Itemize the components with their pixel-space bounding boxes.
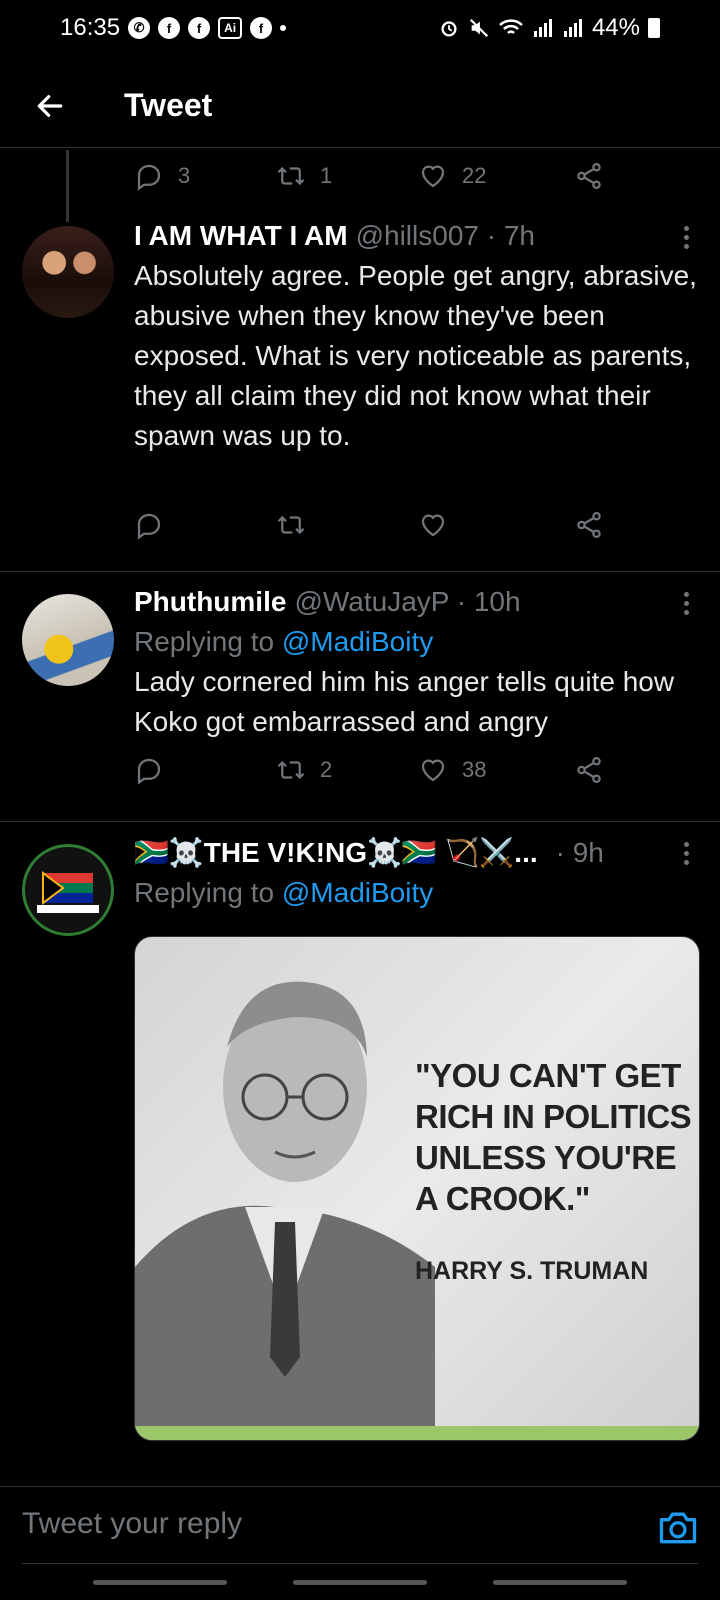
- tweet-header: Phuthumile @WatuJayP · 10h: [134, 586, 698, 618]
- share-button[interactable]: [574, 161, 604, 191]
- status-right: 44%: [438, 14, 660, 42]
- reply-button[interactable]: [134, 510, 178, 540]
- like-icon: [421, 514, 445, 537]
- author-handle: · 9h: [555, 836, 604, 868]
- nav-home[interactable]: [293, 1580, 427, 1585]
- retweet-count: 1: [320, 163, 333, 188]
- reply-input-underline: [22, 1563, 698, 1564]
- avatar[interactable]: [22, 226, 114, 318]
- like-button[interactable]: 22: [418, 161, 486, 191]
- battery-icon: [648, 18, 660, 38]
- retweet-count: 2: [320, 757, 333, 782]
- alarm-icon: [441, 21, 457, 37]
- retweet-icon: [277, 166, 305, 186]
- tweet-header: 🇿🇦☠️THE V!K!NG☠️🇿🇦 🏹⚔️... · 9h: [134, 836, 698, 869]
- reply-button[interactable]: 3: [134, 161, 190, 191]
- flag-badge-icon: [37, 871, 99, 913]
- tweet-body: Phuthumile @WatuJayP · 10h Replying to @…: [134, 586, 698, 742]
- retweet-button[interactable]: [276, 510, 320, 540]
- author-handle: @WatuJayP · 10h: [294, 586, 521, 617]
- ai-icon: Ai: [218, 17, 243, 39]
- share-icon: [577, 163, 601, 189]
- retweet-button[interactable]: 1: [276, 161, 332, 191]
- tweet-actions: 2 38: [134, 750, 604, 790]
- image-quote-author: HARRY S. TRUMAN: [415, 1257, 649, 1285]
- mention-link[interactable]: @MadiBoity: [282, 877, 433, 908]
- image-quote-text: "YOU CAN'T GET RICH IN POLITICS UNLESS Y…: [415, 1057, 692, 1217]
- tweet-body: 🇿🇦☠️THE V!K!NG☠️🇿🇦 🏹⚔️... · 9h Replying …: [134, 836, 698, 909]
- tweet-item[interactable]: I AM WHAT I AM @hills007 · 7h Absolutely…: [0, 200, 720, 572]
- battery-percent: 44%: [591, 14, 640, 41]
- status-bar: 16:35 ✆ f f Ai f 44%: [0, 0, 720, 56]
- more-icon: [683, 225, 689, 231]
- facebook-icon: f: [158, 17, 181, 39]
- author-name[interactable]: Phuthumile: [134, 586, 286, 618]
- retweet-icon: [277, 515, 305, 535]
- facebook-icon: f: [188, 17, 211, 39]
- replying-prefix: Replying to: [134, 626, 275, 657]
- camera-icon: [659, 1512, 697, 1544]
- whatsapp-icon: ✆: [128, 17, 151, 39]
- like-button[interactable]: [418, 510, 462, 540]
- avatar[interactable]: [22, 844, 114, 936]
- tweet-actions: [134, 505, 604, 545]
- replying-to: Replying to @MadiBoity: [134, 626, 698, 658]
- tweet-item[interactable]: Phuthumile @WatuJayP · 10h Replying to @…: [0, 572, 720, 822]
- more-options-button[interactable]: [674, 838, 698, 868]
- reply-input[interactable]: Tweet your reply: [22, 1507, 242, 1541]
- mention-link[interactable]: @MadiBoity: [282, 626, 433, 657]
- parent-tweet-actions: 3 1 22: [134, 156, 604, 196]
- share-icon: [577, 512, 601, 538]
- back-arrow-icon: [37, 94, 63, 117]
- share-button[interactable]: [574, 510, 604, 540]
- notification-dot-icon: [280, 25, 287, 31]
- mute-icon: [469, 18, 489, 38]
- top-app-bar: Tweet: [0, 64, 720, 148]
- replying-to: Replying to @MadiBoity: [134, 877, 698, 909]
- like-count: 22: [462, 163, 487, 188]
- tweet-body: I AM WHAT I AM @hills007 · 7h Absolutely…: [134, 220, 698, 456]
- like-icon: [421, 759, 445, 782]
- more-icon: [683, 591, 689, 597]
- system-nav-bar: [0, 1580, 720, 1600]
- wifi-icon: [499, 19, 523, 34]
- portrait-figure: [135, 981, 435, 1440]
- signal-icon: [533, 19, 552, 37]
- tweet-header: I AM WHAT I AM @hills007 · 7h: [134, 220, 698, 252]
- retweet-button[interactable]: 2: [276, 755, 332, 785]
- share-button[interactable]: [574, 755, 604, 785]
- reply-composer: Tweet your reply: [0, 1486, 720, 1566]
- tweet-image[interactable]: "YOU CAN'T GET RICH IN POLITICS UNLESS Y…: [134, 936, 700, 1441]
- more-icon: [683, 841, 689, 847]
- status-left: 16:35 ✆ f f Ai f: [60, 14, 287, 42]
- camera-button[interactable]: [656, 1505, 700, 1549]
- nav-back[interactable]: [493, 1580, 627, 1585]
- page-title: Tweet: [124, 87, 213, 123]
- back-button[interactable]: [20, 76, 80, 136]
- author-handle: @hills007 · 7h: [355, 220, 535, 251]
- retweet-icon: [277, 760, 305, 780]
- reply-icon: [137, 758, 161, 785]
- more-options-button[interactable]: [674, 222, 698, 252]
- reply-button[interactable]: [134, 755, 178, 785]
- replying-prefix: Replying to: [134, 877, 275, 908]
- more-options-button[interactable]: [674, 588, 698, 618]
- reply-count: 3: [178, 163, 191, 188]
- reply-icon: [137, 513, 161, 540]
- author-name[interactable]: I AM WHAT I AM: [134, 220, 348, 252]
- share-icon: [577, 757, 601, 783]
- like-count: 38: [462, 757, 487, 782]
- tweet-text: Lady cornered him his anger tells quite …: [134, 666, 675, 737]
- status-time: 16:35: [60, 14, 121, 41]
- signal-icon: [563, 19, 582, 37]
- author-name[interactable]: 🇿🇦☠️THE V!K!NG☠️🇿🇦 🏹⚔️...: [134, 836, 538, 869]
- nav-recents[interactable]: [93, 1580, 227, 1585]
- image-bottom-stripe: [135, 1426, 699, 1440]
- avatar[interactable]: [22, 594, 114, 686]
- like-icon: [421, 165, 445, 188]
- reply-icon: [137, 164, 161, 191]
- facebook-icon: f: [250, 17, 273, 39]
- like-button[interactable]: 38: [418, 755, 486, 785]
- tweet-text: Absolutely agree. People get angry, abra…: [134, 260, 697, 451]
